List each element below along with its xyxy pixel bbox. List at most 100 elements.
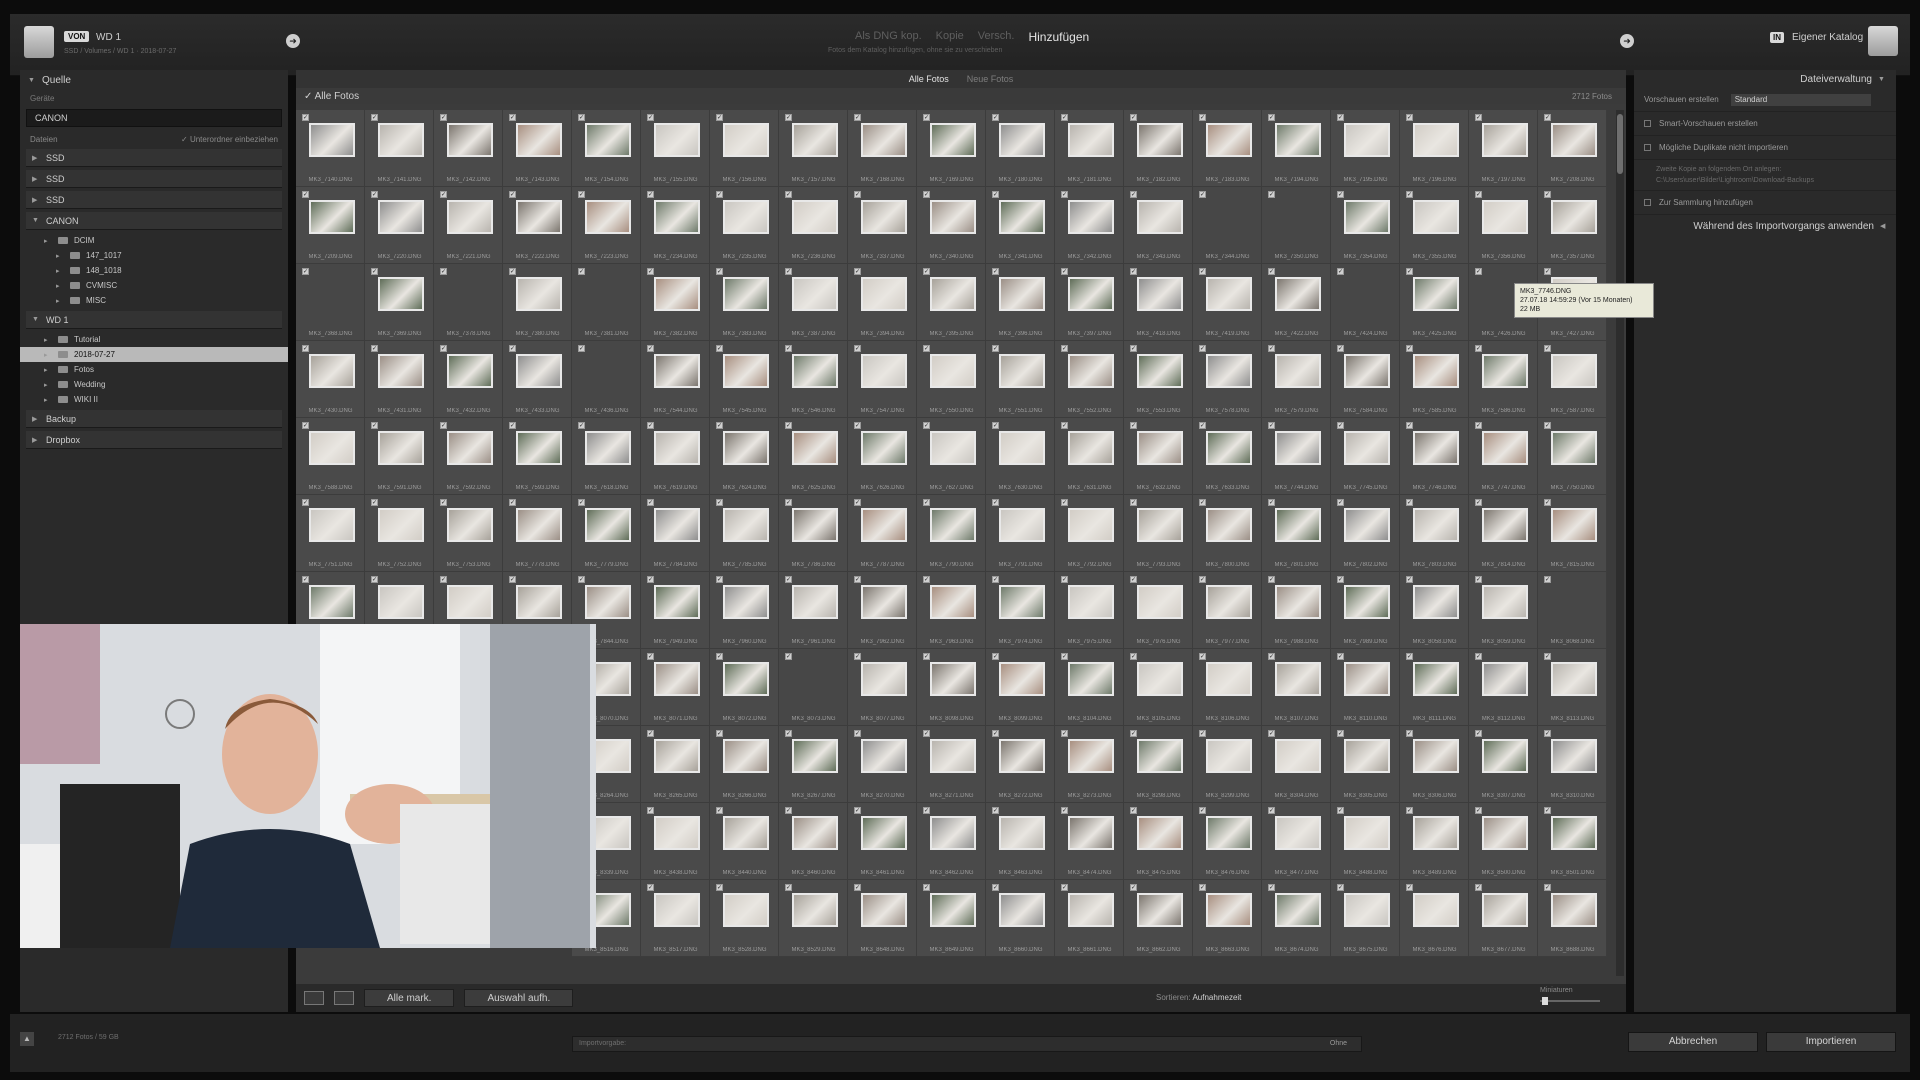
- folder-item[interactable]: ▸ WIKI II: [20, 392, 288, 407]
- photo-checkbox[interactable]: ✓: [716, 422, 723, 429]
- photo-cell[interactable]: ✓ MK3_8662.DNG: [1124, 880, 1193, 957]
- photo-checkbox[interactable]: ✓: [1475, 653, 1482, 660]
- photo-cell[interactable]: ✓ MK3_7432.DNG: [434, 341, 503, 418]
- photo-checkbox[interactable]: ✓: [923, 114, 930, 121]
- photo-cell[interactable]: ✓ MK3_7586.DNG: [1469, 341, 1538, 418]
- photo-thumbnail[interactable]: [723, 200, 769, 234]
- photo-checkbox[interactable]: ✓: [854, 422, 861, 429]
- expand-up-icon[interactable]: ▲: [20, 1032, 34, 1046]
- photo-checkbox[interactable]: ✓: [1475, 345, 1482, 352]
- photo-cell[interactable]: ✓ MK3_7977.DNG: [1193, 572, 1262, 649]
- photo-cell[interactable]: ✓ MK3_7195.DNG: [1331, 110, 1400, 187]
- photo-checkbox[interactable]: ✓: [1130, 422, 1137, 429]
- photo-checkbox[interactable]: ✓: [1337, 191, 1344, 198]
- include-subfolders-checkbox[interactable]: ✓ Unterordner einbeziehen: [181, 135, 278, 144]
- photo-cell[interactable]: ✓ MK3_8460.DNG: [779, 803, 848, 880]
- photo-cell[interactable]: ✓ MK3_7779.DNG: [572, 495, 641, 572]
- photo-thumbnail[interactable]: [585, 200, 631, 234]
- photo-checkbox[interactable]: ✓: [992, 730, 999, 737]
- no-duplicates-checkbox[interactable]: [1644, 144, 1651, 151]
- photo-cell[interactable]: ✓ MK3_7746.DNG: [1400, 418, 1469, 495]
- photo-checkbox[interactable]: ✓: [1544, 114, 1551, 121]
- volume-ssd-1[interactable]: ▶ SSD: [26, 149, 282, 167]
- uncheck-all-button[interactable]: Auswahl aufh.: [464, 989, 574, 1007]
- photo-thumbnail[interactable]: [1344, 354, 1390, 388]
- mode-tab-copy[interactable]: Kopie: [936, 30, 964, 44]
- photo-cell[interactable]: ✓ MK3_7587.DNG: [1538, 341, 1607, 418]
- photo-thumbnail[interactable]: [1137, 508, 1183, 542]
- photo-cell[interactable]: ✓ MK3_7545.DNG: [710, 341, 779, 418]
- photo-checkbox[interactable]: ✓: [578, 345, 585, 352]
- photo-cell[interactable]: ✓ MK3_7802.DNG: [1331, 495, 1400, 572]
- photo-cell[interactable]: ✓ MK3_8107.DNG: [1262, 649, 1331, 726]
- folder-item[interactable]: ▸ 2018-07-27: [20, 347, 288, 362]
- photo-thumbnail[interactable]: [1482, 431, 1528, 465]
- photo-thumbnail[interactable]: [1068, 123, 1114, 157]
- dest-name[interactable]: Eigener Katalog: [1792, 32, 1863, 43]
- photo-thumbnail[interactable]: [1413, 893, 1459, 927]
- photo-cell[interactable]: ✓ MK3_8306.DNG: [1400, 726, 1469, 803]
- photo-cell[interactable]: ✓ MK3_7208.DNG: [1538, 110, 1607, 187]
- photo-thumbnail[interactable]: [309, 354, 355, 388]
- photo-cell[interactable]: ✓ MK3_8648.DNG: [848, 880, 917, 957]
- photo-checkbox[interactable]: ✓: [1268, 653, 1275, 660]
- photo-checkbox[interactable]: ✓: [1061, 499, 1068, 506]
- photo-thumbnail[interactable]: [378, 508, 424, 542]
- photo-cell[interactable]: ✓ MK3_8058.DNG: [1400, 572, 1469, 649]
- photo-cell[interactable]: ✓ MK3_8111.DNG: [1400, 649, 1469, 726]
- photo-thumbnail[interactable]: [1137, 816, 1183, 850]
- folder-item[interactable]: ▸ 148_1018: [20, 263, 288, 278]
- photo-thumbnail[interactable]: [516, 277, 562, 311]
- photo-thumbnail[interactable]: [1551, 431, 1597, 465]
- catalog-icon[interactable]: [1868, 26, 1898, 56]
- photo-checkbox[interactable]: ✓: [509, 345, 516, 352]
- photo-checkbox[interactable]: ✓: [923, 884, 930, 891]
- photo-cell[interactable]: ✓ MK3_7141.DNG: [365, 110, 434, 187]
- photo-thumbnail[interactable]: [1344, 816, 1390, 850]
- photo-checkbox[interactable]: ✓: [854, 191, 861, 198]
- photo-cell[interactable]: ✓ MK3_7551.DNG: [986, 341, 1055, 418]
- photo-checkbox[interactable]: ✓: [1268, 807, 1275, 814]
- photo-thumbnail[interactable]: [1413, 816, 1459, 850]
- photo-thumbnail[interactable]: [1275, 123, 1321, 157]
- photo-checkbox[interactable]: ✓: [854, 345, 861, 352]
- photo-checkbox[interactable]: ✓: [716, 499, 723, 506]
- photo-checkbox[interactable]: ✓: [923, 576, 930, 583]
- photo-cell[interactable]: ✓ MK3_7787.DNG: [848, 495, 917, 572]
- photo-cell[interactable]: ✓ MK3_8073.DNG: [779, 649, 848, 726]
- photo-cell[interactable]: ✓ MK3_7234.DNG: [641, 187, 710, 264]
- photo-cell[interactable]: ✓ MK3_7593.DNG: [503, 418, 572, 495]
- photo-checkbox[interactable]: ✓: [302, 345, 309, 352]
- photo-cell[interactable]: ✓ MK3_8674.DNG: [1262, 880, 1331, 957]
- add-to-collection-row[interactable]: Zur Sammlung hinzufügen: [1634, 191, 1896, 215]
- photo-thumbnail[interactable]: [1551, 508, 1597, 542]
- photo-thumbnail[interactable]: [1206, 277, 1252, 311]
- photo-checkbox[interactable]: ✓: [923, 345, 930, 352]
- import-button[interactable]: Importieren: [1766, 1032, 1896, 1052]
- photo-checkbox[interactable]: ✓: [1130, 884, 1137, 891]
- photo-thumbnail[interactable]: [1068, 354, 1114, 388]
- photo-checkbox[interactable]: ✓: [1130, 345, 1137, 352]
- photo-checkbox[interactable]: ✓: [647, 884, 654, 891]
- photo-thumbnail[interactable]: [1344, 893, 1390, 927]
- photo-cell[interactable]: ✓ MK3_8475.DNG: [1124, 803, 1193, 880]
- photo-cell[interactable]: ✓ MK3_7803.DNG: [1400, 495, 1469, 572]
- photo-checkbox[interactable]: ✓: [302, 499, 309, 506]
- photo-cell[interactable]: ✓ MK3_8298.DNG: [1124, 726, 1193, 803]
- photo-checkbox[interactable]: ✓: [854, 499, 861, 506]
- photo-checkbox[interactable]: ✓: [1130, 576, 1137, 583]
- photo-checkbox[interactable]: ✓: [509, 422, 516, 429]
- photo-thumbnail[interactable]: [1413, 277, 1459, 311]
- photo-checkbox[interactable]: ✓: [1268, 730, 1275, 737]
- import-preset-select[interactable]: Importvorgabe: Ohne: [572, 1036, 1362, 1052]
- photo-thumbnail[interactable]: [723, 431, 769, 465]
- photo-cell[interactable]: ✓ MK3_7431.DNG: [365, 341, 434, 418]
- photo-thumbnail[interactable]: [1482, 123, 1528, 157]
- photo-cell[interactable]: ✓ MK3_7221.DNG: [434, 187, 503, 264]
- photo-cell[interactable]: ✓ MK3_8663.DNG: [1193, 880, 1262, 957]
- photo-thumbnail[interactable]: [792, 431, 838, 465]
- photo-cell[interactable]: ✓ MK3_7579.DNG: [1262, 341, 1331, 418]
- photo-checkbox[interactable]: ✓: [1337, 422, 1344, 429]
- photo-thumbnail[interactable]: [654, 893, 700, 927]
- photo-cell[interactable]: ✓ MK3_8649.DNG: [917, 880, 986, 957]
